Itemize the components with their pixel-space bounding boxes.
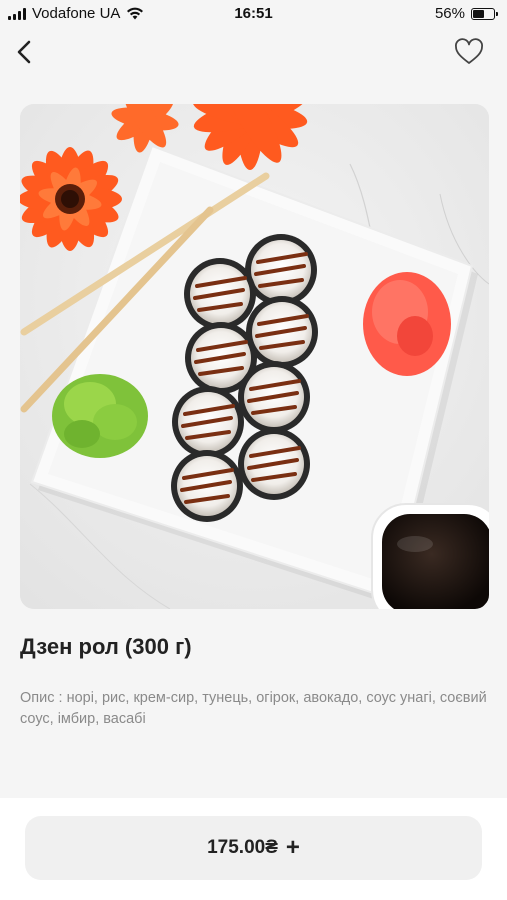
heart-outline-icon: [455, 38, 483, 64]
sushi-rolls-graphic: [171, 234, 318, 522]
product-title: Дзен рол (300 г): [20, 634, 192, 659]
favorite-button[interactable]: [453, 36, 485, 68]
wasabi-graphic: [52, 374, 148, 458]
soy-sauce-graphic: [371, 503, 489, 609]
status-right: 56%: [434, 5, 498, 22]
back-button[interactable]: [10, 36, 40, 68]
price-label: 175.00₴: [207, 837, 278, 858]
chevron-left-icon: [17, 40, 31, 64]
status-bar: Vodafone UA 16:51 56%: [0, 0, 507, 28]
battery-level: [473, 9, 484, 18]
ginger-graphic: [363, 272, 451, 376]
product-image: [20, 104, 489, 609]
bottom-bar: 175.00₴ +: [0, 798, 507, 900]
product-description: Опис : норі, рис, крем-сир, тунець, огір…: [20, 690, 487, 727]
add-to-cart-button[interactable]: 175.00₴ +: [25, 816, 482, 880]
plus-icon: +: [285, 834, 300, 861]
battery-percent: 56%: [434, 5, 465, 22]
battery-icon: [471, 7, 498, 20]
status-time: 16:51: [234, 5, 273, 22]
